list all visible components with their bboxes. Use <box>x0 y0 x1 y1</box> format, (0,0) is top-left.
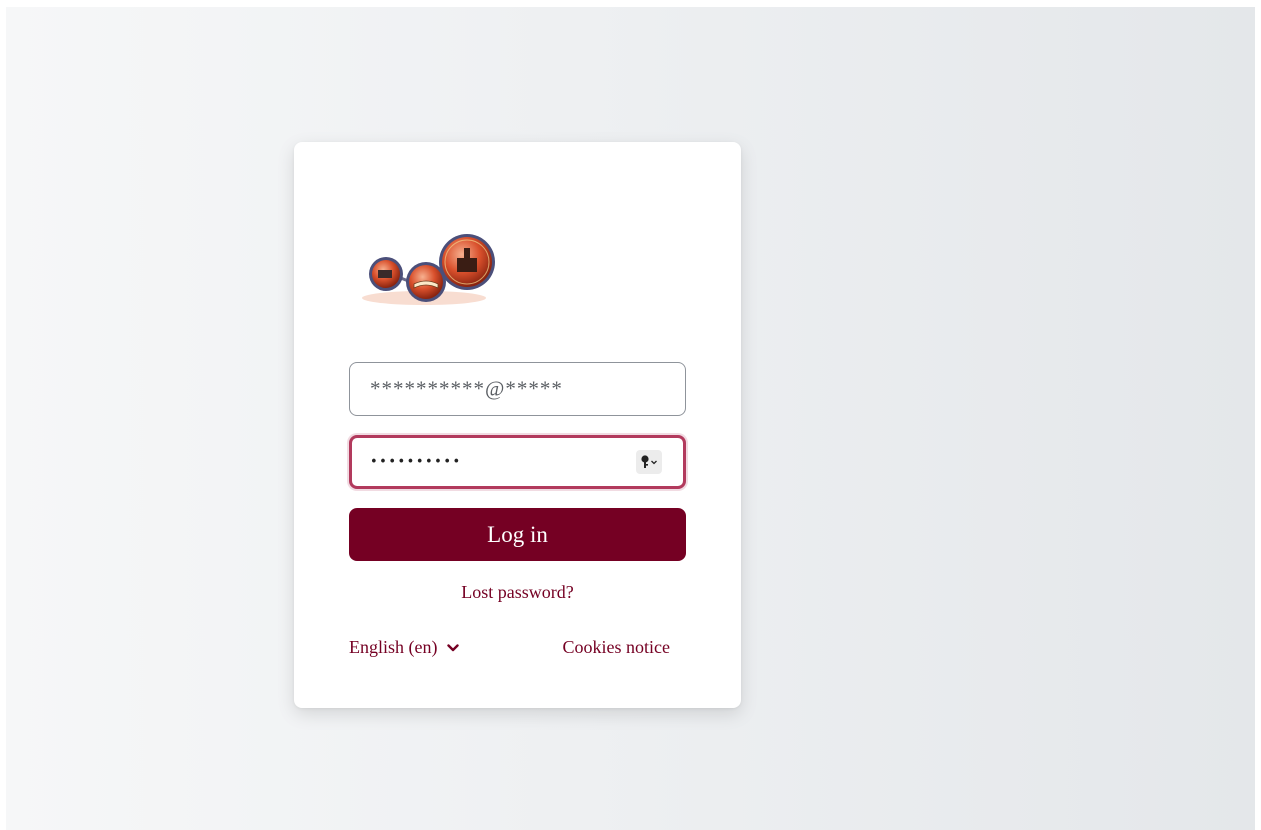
chevron-down-icon <box>447 643 460 651</box>
username-value: **********@***** <box>370 376 563 401</box>
key-icon[interactable] <box>636 450 662 474</box>
password-field[interactable]: •••••••••• <box>349 435 686 489</box>
language-selector[interactable]: English (en) <box>349 637 460 658</box>
cookies-notice-link[interactable]: Cookies notice <box>563 637 670 658</box>
language-label: English (en) <box>349 637 438 657</box>
login-card: **********@***** •••••••••• Log in Lost … <box>294 142 741 708</box>
page-background: **********@***** •••••••••• Log in Lost … <box>6 7 1255 830</box>
password-value: •••••••••• <box>370 454 462 470</box>
username-field[interactable]: **********@***** <box>349 362 686 416</box>
site-logo <box>362 234 495 305</box>
lost-password-link[interactable]: Lost password? <box>294 582 741 603</box>
login-button[interactable]: Log in <box>349 508 686 561</box>
